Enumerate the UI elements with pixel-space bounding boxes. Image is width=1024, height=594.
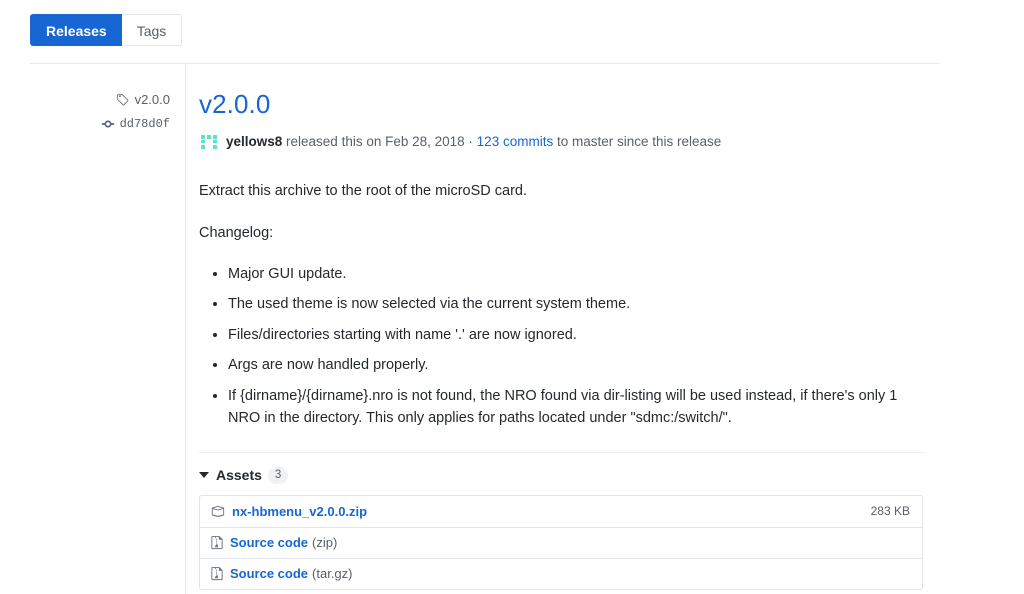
changelog-heading: Changelog: [199, 225, 274, 242]
assets-label: Assets [216, 467, 262, 484]
timeline-vertical-divider [185, 64, 186, 594]
file-zip-icon [211, 535, 223, 550]
header-divider [30, 63, 940, 64]
assets-divider [199, 451, 925, 453]
release-meta-column: v2.0.0 dd78d0f [0, 92, 170, 141]
release-tag-label: v2.0.0 [134, 92, 170, 107]
list-item: If {dirname}/{dirname}.nro is not found,… [228, 385, 925, 430]
tab-tags[interactable]: Tags [121, 14, 183, 46]
changelog-list: Major GUI update. The used theme is now … [199, 263, 925, 430]
list-item: Files/directories starting with name '.'… [228, 324, 925, 346]
release-date: Feb 28, 2018 [385, 133, 465, 149]
asset-row-source-targz[interactable]: Source code (tar.gz) [200, 557, 922, 589]
asset-name: Source code [230, 566, 309, 582]
byline-tail-text: to master since this release [553, 133, 722, 149]
release-tag-row[interactable]: v2.0.0 [0, 92, 170, 107]
release-commit-row[interactable]: dd78d0f [0, 117, 170, 131]
avatar[interactable] [199, 131, 219, 152]
caret-down-icon [199, 472, 209, 479]
assets-count-badge: 3 [267, 466, 289, 484]
release-title[interactable]: v2.0.0 [199, 88, 270, 121]
asset-row-source-zip[interactable]: Source code (zip) [200, 526, 922, 558]
asset-name: Source code [230, 535, 309, 551]
asset-size: 283 KB [870, 504, 910, 519]
release-commit-hash: dd78d0f [119, 117, 170, 131]
list-item: Major GUI update. [228, 263, 925, 285]
release-byline: yellows8 released this on Feb 28, 2018 ·… [199, 131, 925, 152]
byline-separator-dot: · [464, 133, 477, 149]
releases-tabbar: Releases Tags [30, 14, 183, 46]
package-icon [211, 504, 225, 519]
asset-name: nx-hbmenu_v2.0.0.zip [232, 503, 368, 519]
tab-releases[interactable]: Releases [30, 14, 122, 46]
git-commit-icon [101, 117, 115, 131]
release-body: v2.0.0 yellows8 released this on Feb 28,… [199, 88, 925, 590]
tag-icon [116, 93, 130, 107]
commits-link[interactable]: 123 commits [477, 132, 554, 152]
asset-row-package[interactable]: nx-hbmenu_v2.0.0.zip 283 KB [200, 496, 922, 527]
release-intro-paragraph: Extract this archive to the root of the … [199, 182, 527, 199]
assets-list: nx-hbmenu_v2.0.0.zip 283 KB Source code … [199, 494, 923, 590]
list-item: Args are now handled properly. [228, 354, 925, 376]
asset-extension: (tar.gz) [312, 566, 353, 582]
list-item: The used theme is now selected via the c… [228, 293, 925, 315]
asset-extension: (zip) [312, 535, 338, 551]
byline-released-text: released this on [282, 133, 386, 149]
assets-toggle[interactable]: Assets 3 [199, 466, 925, 484]
file-zip-icon [211, 566, 223, 581]
release-author[interactable]: yellows8 [226, 132, 282, 152]
